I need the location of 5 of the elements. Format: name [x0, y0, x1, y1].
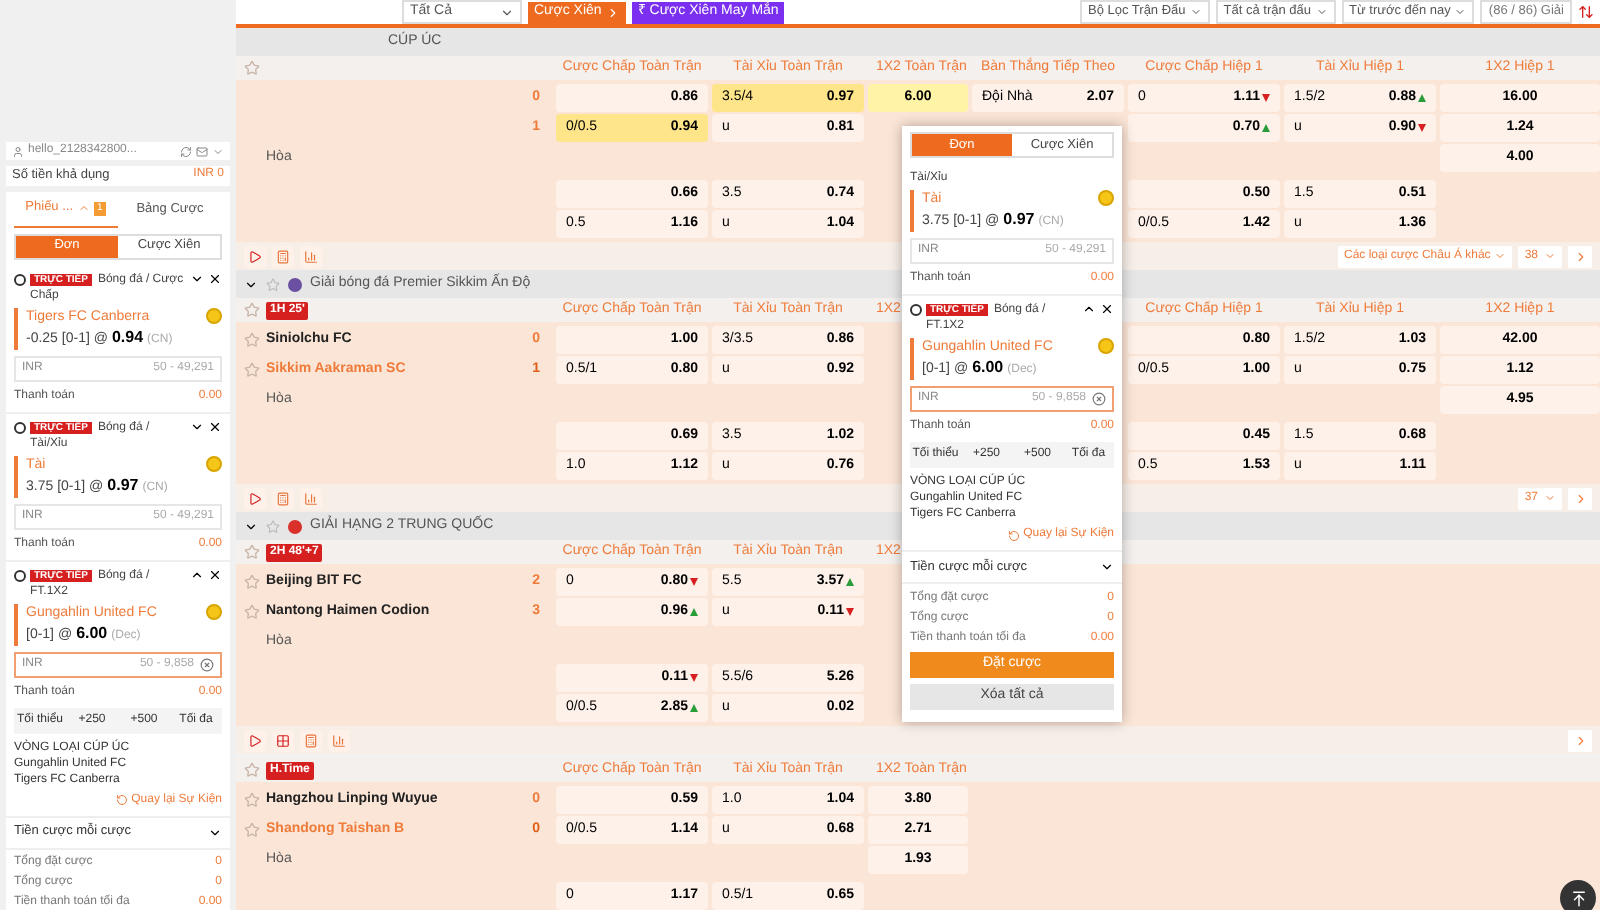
- bet-odds: 6.00: [972, 358, 1004, 378]
- bet-odds: 6.00: [76, 623, 108, 644]
- bet-odds: 0.97: [1003, 210, 1035, 230]
- bet-odds: 0.94: [111, 327, 144, 348]
- bet-odds: 0.97: [107, 475, 139, 496]
